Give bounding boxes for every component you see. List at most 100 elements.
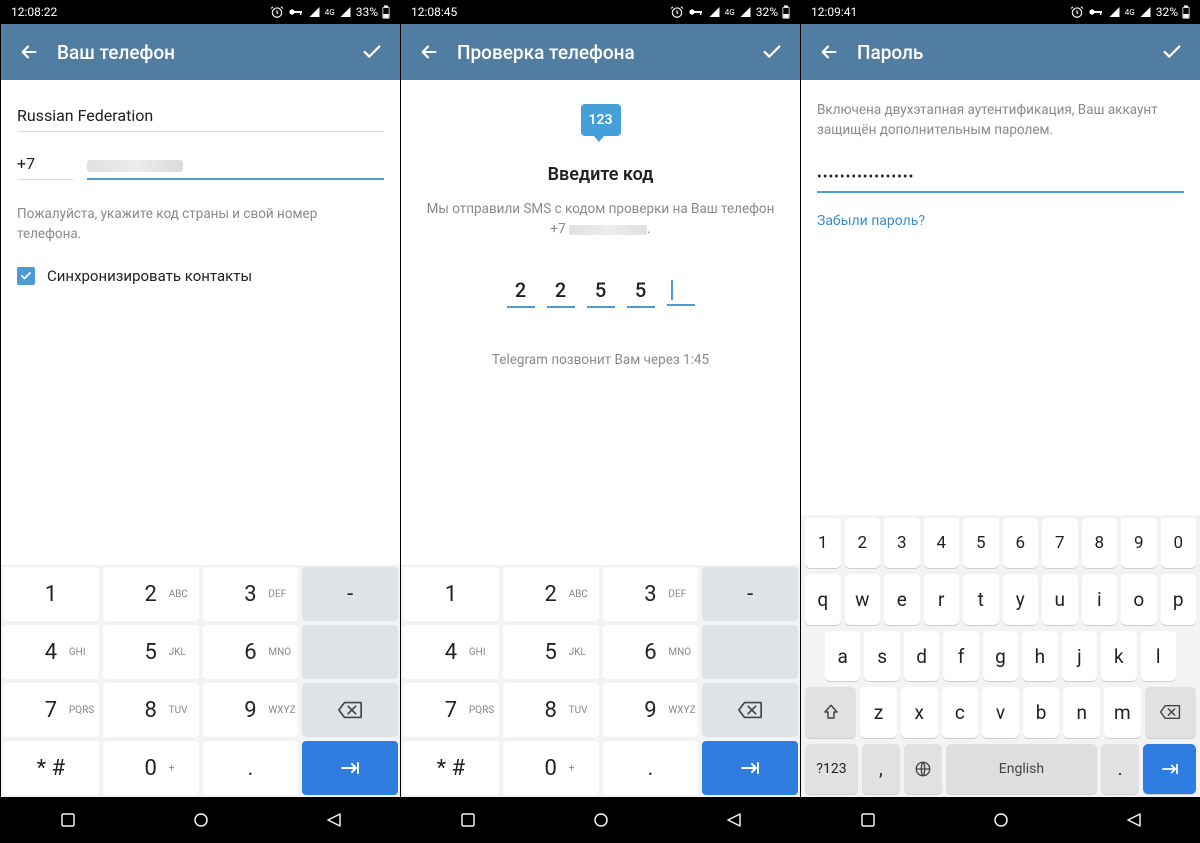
- key-backspace[interactable]: [1145, 687, 1196, 737]
- key-dot[interactable]: .: [1101, 744, 1139, 794]
- nav-back-icon[interactable]: [325, 811, 343, 829]
- key-6[interactable]: 6: [1003, 518, 1039, 568]
- country-code-input[interactable]: +7: [17, 146, 73, 180]
- key-8[interactable]: 8TUV: [103, 683, 199, 737]
- code-digit-3[interactable]: 5: [587, 278, 615, 308]
- nav-home-icon[interactable]: [992, 811, 1010, 829]
- key-symbols[interactable]: ?123: [805, 744, 858, 794]
- key-language[interactable]: [904, 744, 942, 794]
- key-7[interactable]: 7PQRS: [403, 683, 499, 737]
- key-k[interactable]: k: [1101, 631, 1136, 681]
- key-backspace[interactable]: [702, 683, 798, 737]
- key-backspace[interactable]: [302, 683, 398, 737]
- key-6[interactable]: 6MNO: [603, 625, 699, 679]
- key-r[interactable]: r: [924, 574, 960, 624]
- key-o[interactable]: o: [1121, 574, 1157, 624]
- key-8[interactable]: 8TUV: [503, 683, 599, 737]
- key-y[interactable]: y: [1003, 574, 1039, 624]
- key-j[interactable]: j: [1062, 631, 1097, 681]
- key-3[interactable]: 3DEF: [203, 567, 299, 621]
- key-enter[interactable]: [702, 741, 798, 795]
- nav-back-icon[interactable]: [725, 811, 743, 829]
- key-1[interactable]: 1: [403, 567, 499, 621]
- nav-recent-icon[interactable]: [59, 811, 77, 829]
- key-space[interactable]: [702, 625, 798, 679]
- key-b[interactable]: b: [1023, 687, 1060, 737]
- key-0[interactable]: 0+: [503, 741, 599, 795]
- key-[interactable]: * #: [3, 741, 99, 795]
- key-w[interactable]: w: [845, 574, 881, 624]
- key-c[interactable]: c: [942, 687, 979, 737]
- code-digit-4[interactable]: 5: [627, 278, 655, 308]
- key-0[interactable]: 0+: [103, 741, 199, 795]
- sync-checkbox[interactable]: [17, 267, 35, 285]
- key-[interactable]: .: [203, 741, 299, 795]
- key-3[interactable]: 3: [884, 518, 920, 568]
- key-6[interactable]: 6MNO: [203, 625, 299, 679]
- key-v[interactable]: v: [982, 687, 1019, 737]
- key-space[interactable]: English: [946, 744, 1097, 794]
- key-4[interactable]: 4GHI: [3, 625, 99, 679]
- key-dash[interactable]: -: [702, 567, 798, 621]
- code-inputs[interactable]: 2 2 5 5: [507, 278, 695, 308]
- confirm-button[interactable]: [1152, 41, 1192, 63]
- key-u[interactable]: u: [1042, 574, 1078, 624]
- key-2[interactable]: 2ABC: [503, 567, 599, 621]
- key-7[interactable]: 7: [1042, 518, 1078, 568]
- key-0[interactable]: 0: [1161, 518, 1197, 568]
- key-[interactable]: * #: [403, 741, 499, 795]
- key-5[interactable]: 5: [963, 518, 999, 568]
- key-space[interactable]: [302, 625, 398, 679]
- key-[interactable]: .: [603, 741, 699, 795]
- confirm-button[interactable]: [752, 41, 792, 63]
- key-7[interactable]: 7PQRS: [3, 683, 99, 737]
- key-shift[interactable]: [805, 687, 856, 737]
- key-m[interactable]: m: [1104, 687, 1141, 737]
- nav-home-icon[interactable]: [192, 811, 210, 829]
- nav-back-icon[interactable]: [1125, 811, 1143, 829]
- key-8[interactable]: 8: [1082, 518, 1118, 568]
- key-t[interactable]: t: [963, 574, 999, 624]
- key-n[interactable]: n: [1063, 687, 1100, 737]
- key-2[interactable]: 2ABC: [103, 567, 199, 621]
- forgot-password-link[interactable]: Забыли пароль?: [817, 213, 1184, 229]
- code-digit-2[interactable]: 2: [547, 278, 575, 308]
- key-i[interactable]: i: [1082, 574, 1118, 624]
- key-1[interactable]: 1: [3, 567, 99, 621]
- key-5[interactable]: 5JKL: [103, 625, 199, 679]
- key-enter[interactable]: [1143, 744, 1196, 794]
- phone-number-input[interactable]: [87, 149, 384, 180]
- key-d[interactable]: d: [904, 631, 939, 681]
- key-9[interactable]: 9: [1121, 518, 1157, 568]
- key-p[interactable]: p: [1161, 574, 1197, 624]
- key-z[interactable]: z: [860, 687, 897, 737]
- key-l[interactable]: l: [1141, 631, 1176, 681]
- key-h[interactable]: h: [1022, 631, 1057, 681]
- code-digit-5[interactable]: [667, 278, 695, 306]
- country-select[interactable]: Russian Federation: [17, 98, 384, 132]
- key-1[interactable]: 1: [805, 518, 841, 568]
- key-2[interactable]: 2: [845, 518, 881, 568]
- key-q[interactable]: q: [805, 574, 841, 624]
- back-button[interactable]: [9, 41, 49, 63]
- key-3[interactable]: 3DEF: [603, 567, 699, 621]
- key-comma[interactable]: ,: [862, 744, 900, 794]
- key-5[interactable]: 5JKL: [503, 625, 599, 679]
- confirm-button[interactable]: [352, 41, 392, 63]
- key-x[interactable]: x: [901, 687, 938, 737]
- password-input[interactable]: •••••••••••••••••: [817, 161, 1184, 193]
- key-f[interactable]: f: [943, 631, 978, 681]
- key-dash[interactable]: -: [302, 567, 398, 621]
- key-9[interactable]: 9WXYZ: [203, 683, 299, 737]
- key-4[interactable]: 4GHI: [403, 625, 499, 679]
- key-a[interactable]: a: [825, 631, 860, 681]
- key-s[interactable]: s: [864, 631, 899, 681]
- key-enter[interactable]: [302, 741, 398, 795]
- nav-recent-icon[interactable]: [859, 811, 877, 829]
- key-e[interactable]: e: [884, 574, 920, 624]
- key-g[interactable]: g: [983, 631, 1018, 681]
- back-button[interactable]: [409, 41, 449, 63]
- key-4[interactable]: 4: [924, 518, 960, 568]
- back-button[interactable]: [809, 41, 849, 63]
- nav-home-icon[interactable]: [592, 811, 610, 829]
